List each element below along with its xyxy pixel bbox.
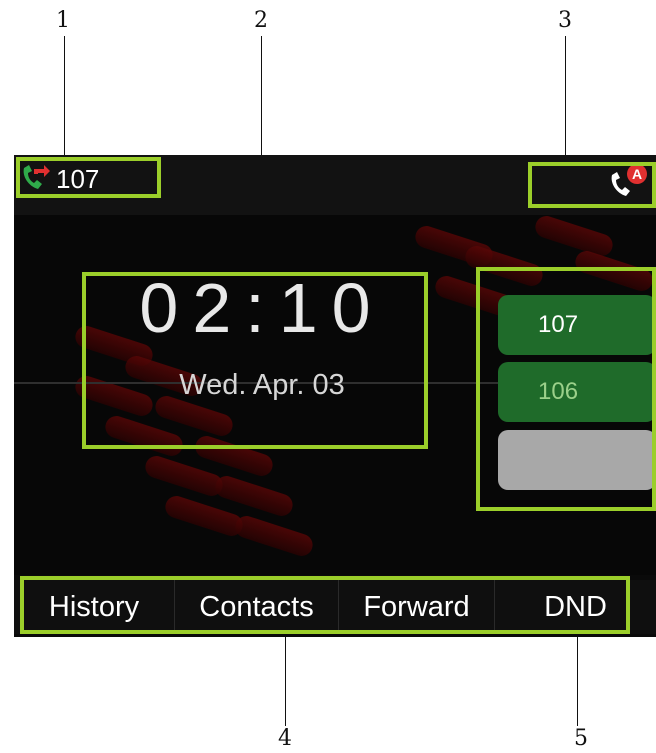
highlight-frame-3 [528,162,656,208]
highlight-frame-2 [82,272,428,449]
highlight-frame-5 [476,267,656,511]
leader-line-3 [565,36,566,164]
highlight-frame-1 [16,157,161,198]
callout-4: 4 [278,726,292,751]
leader-line-1 [64,36,65,168]
leader-line-4 [285,630,286,726]
callout-1: 1 [56,8,70,33]
callout-3: 3 [558,8,572,33]
callout-5: 5 [574,726,588,751]
callout-2: 2 [254,8,268,33]
highlight-frame-4 [20,576,630,634]
